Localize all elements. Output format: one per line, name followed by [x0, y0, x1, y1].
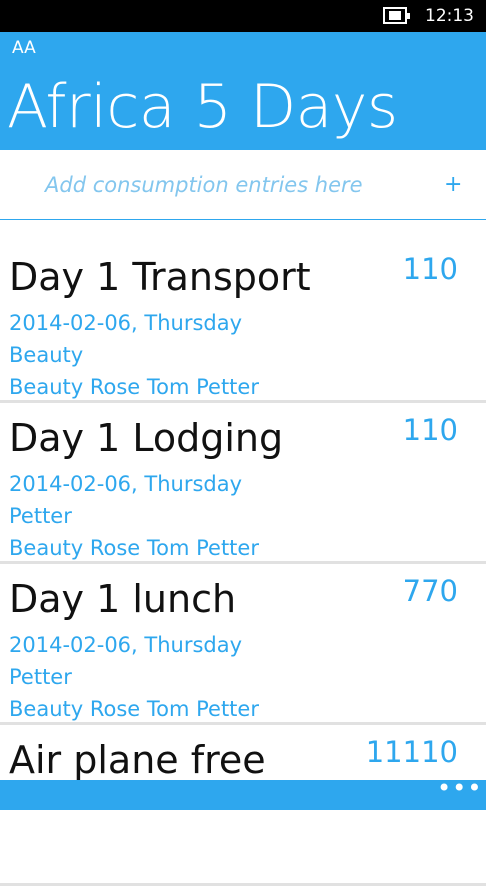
entry-amount: 11110 — [365, 735, 458, 769]
entry-amount: 110 — [402, 252, 458, 286]
entry-item[interactable]: Day 1 Transport 110 2014-02-06, Thursday… — [0, 242, 486, 403]
entry-date: 2014-02-06, Thursday — [9, 311, 243, 335]
entry-amount: 770 — [402, 574, 458, 608]
page-header: AA Africa 5 Days — [0, 32, 486, 150]
entry-title: Day 1 Lodging — [9, 416, 284, 460]
entry-members: Beauty Rose Tom Petter — [9, 697, 259, 721]
entry-payer: Petter — [9, 504, 72, 528]
entry-payer: Petter — [9, 665, 72, 689]
more-icon[interactable]: ••• — [437, 774, 482, 802]
battery-charging-icon — [383, 7, 410, 24]
entry-item[interactable]: Day 1 lunch 770 2014-02-06, Thursday Pet… — [0, 564, 486, 725]
add-entry-field[interactable]: Add consumption entries here + — [0, 150, 486, 220]
app-bar: ••• — [0, 774, 486, 810]
entry-title: Air plane free — [9, 738, 266, 782]
status-bar: 12:13 — [0, 0, 486, 32]
add-entry-placeholder[interactable]: Add consumption entries here — [45, 172, 363, 198]
page-title: Africa 5 Days — [7, 72, 398, 142]
entry-members: Beauty Rose Tom Petter — [9, 375, 259, 399]
entry-date: 2014-02-06, Thursday — [9, 633, 243, 657]
entry-amount: 110 — [402, 413, 458, 447]
entry-date: 2014-02-06, Thursday — [9, 472, 243, 496]
add-entry-button[interactable]: + — [444, 172, 462, 198]
entry-title: Day 1 lunch — [9, 577, 237, 621]
entry-item[interactable]: Day 1 Lodging 110 2014-02-06, Thursday P… — [0, 403, 486, 564]
clock: 12:13 — [425, 6, 474, 26]
entry-title: Day 1 Transport — [9, 255, 311, 299]
entry-payer: Beauty — [9, 343, 84, 367]
app-label: AA — [12, 38, 36, 58]
entry-members: Beauty Rose Tom Petter — [9, 536, 259, 560]
